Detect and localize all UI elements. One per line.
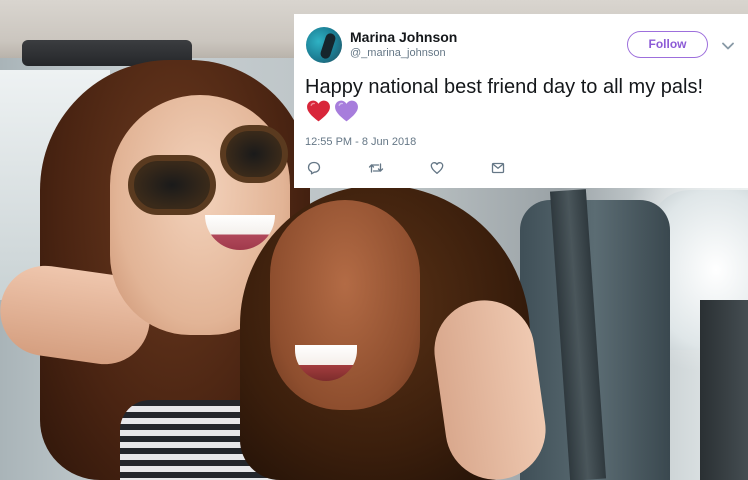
tweet-emojis bbox=[306, 99, 359, 123]
follow-button[interactable]: Follow bbox=[627, 31, 708, 58]
purple-heart-icon bbox=[335, 100, 358, 122]
reply-icon[interactable] bbox=[307, 161, 323, 177]
car-pillar bbox=[700, 300, 748, 480]
sunglasses-right-lens bbox=[220, 125, 288, 183]
avatar[interactable] bbox=[306, 27, 342, 63]
user-handle[interactable]: @_marina_johnson bbox=[350, 47, 446, 59]
tweet-card: Marina Johnson @_marina_johnson Follow H… bbox=[294, 14, 748, 188]
tweet-text: Happy national best friend day to all my… bbox=[305, 76, 703, 98]
chevron-down-icon[interactable] bbox=[722, 38, 734, 50]
sunglasses-left-lens bbox=[128, 155, 216, 215]
retweet-icon[interactable] bbox=[368, 161, 384, 177]
direct-message-icon[interactable] bbox=[491, 161, 507, 177]
red-heart-icon bbox=[307, 100, 330, 122]
tweet-timestamp[interactable]: 12:55 PM - 8 Jun 2018 bbox=[305, 136, 416, 148]
like-icon[interactable] bbox=[430, 161, 446, 177]
friend-right-face bbox=[270, 200, 420, 410]
display-name[interactable]: Marina Johnson bbox=[350, 29, 457, 45]
